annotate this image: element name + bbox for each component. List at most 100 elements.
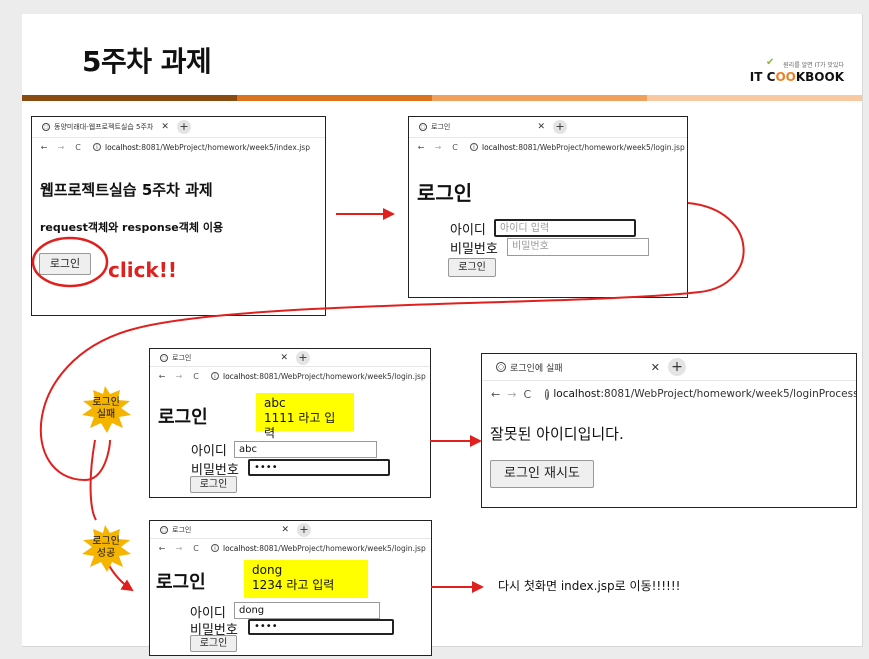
check-icon: ✔ — [766, 57, 775, 68]
login-submit-button[interactable]: 로그인 — [190, 635, 237, 652]
success-badge: 로그인 성공 — [82, 536, 130, 560]
note-line: 1234 라고 입력 — [252, 578, 335, 592]
url-field[interactable]: localhost:8081/WebProject/homework/week5… — [223, 544, 426, 553]
error-message: 잘못된 아이디입니다. — [490, 425, 624, 443]
page-heading: 웹프로젝트실습 5주차 과제 — [40, 181, 213, 199]
badge-line: 로그인 — [92, 536, 120, 547]
title-bar-segment — [432, 95, 647, 101]
new-tab-icon[interactable]: + — [668, 358, 686, 376]
tab-strip: 로그인에 실패 ✕ + — [482, 354, 856, 381]
input-note: abc 1111 라고 입력 — [256, 393, 354, 440]
badge-line: 실패 — [96, 409, 116, 420]
note-line: dong — [252, 563, 283, 577]
reload-icon[interactable]: C — [73, 143, 83, 152]
address-bar: ← → C i localhost:8081/WebProject/homewo… — [482, 381, 856, 407]
close-icon[interactable]: ✕ — [161, 122, 169, 132]
address-bar: ← → C i localhost:8081/WebProject/homewo… — [150, 539, 431, 557]
address-bar: ← → C i localhost:8081/WebProject/homewo… — [409, 138, 687, 156]
forward-icon[interactable]: → — [174, 544, 184, 553]
close-icon[interactable]: ✕ — [651, 361, 660, 374]
click-annotation: click!! — [108, 258, 177, 282]
browser-window-login-process: 로그인에 실패 ✕ + ← → C i localhost:8081/WebPr… — [481, 353, 857, 508]
password-input[interactable]: •••• — [248, 619, 394, 635]
url-field[interactable]: localhost:8081/WebProject/homework/week5… — [482, 143, 685, 152]
itcookbook-logo: ✔ 원리를 알면 IT가 맛있다 IT COOKBOOK — [749, 57, 852, 88]
info-icon[interactable]: i — [93, 143, 101, 151]
tab-strip: 로그인 ✕ + — [409, 117, 687, 138]
new-tab-icon[interactable]: + — [553, 120, 567, 134]
note-line: 1111 라고 입력 — [264, 411, 336, 440]
page-heading: 로그인 — [158, 407, 208, 428]
close-icon[interactable]: ✕ — [281, 525, 289, 535]
browser-window-index: 동양미래대-웹프로젝트실습 5주차 ✕ + ← → C i localhost:… — [31, 116, 326, 316]
tab-title[interactable]: 로그인에 실패 — [510, 361, 563, 374]
id-input[interactable]: 아이디 입력 — [494, 219, 636, 237]
back-icon[interactable]: ← — [39, 143, 49, 152]
url-field[interactable]: localhost:8081/WebProject/homework/week5… — [553, 388, 856, 400]
title-bar-segment — [237, 95, 432, 101]
back-icon[interactable]: ← — [157, 372, 167, 381]
forward-icon[interactable]: → — [507, 388, 516, 401]
globe-icon — [419, 123, 427, 131]
login-button[interactable]: 로그인 — [39, 253, 91, 275]
id-input[interactable]: dong — [234, 602, 380, 619]
tab-title[interactable]: 로그인 — [172, 353, 191, 363]
password-input[interactable]: 비밀번호 — [507, 238, 649, 256]
fail-badge: 로그인 실패 — [82, 397, 130, 421]
address-bar: ← → C i localhost:8081/WebProject/homewo… — [150, 367, 430, 385]
login-submit-button[interactable]: 로그인 — [448, 258, 496, 277]
new-tab-icon[interactable]: + — [296, 350, 310, 365]
address-bar: ← → C i localhost:8081/WebProject/homewo… — [32, 138, 325, 156]
reload-icon[interactable]: C — [523, 388, 531, 401]
tab-title[interactable]: 로그인 — [431, 122, 450, 132]
tab-title[interactable]: 로그인 — [172, 525, 191, 535]
page-heading: 로그인 — [156, 572, 206, 593]
forward-icon[interactable]: → — [433, 143, 443, 152]
id-input[interactable]: abc — [234, 441, 377, 458]
url-field[interactable]: localhost:8081/WebProject/homework/week5… — [105, 143, 310, 152]
password-input[interactable]: •••• — [248, 459, 390, 476]
browser-window-login-empty: 로그인 ✕ + ← → C i localhost:8081/WebProjec… — [408, 116, 688, 298]
id-label: 아이디 — [450, 223, 486, 238]
new-tab-icon[interactable]: + — [297, 522, 311, 537]
tab-strip: 로그인 ✕ + — [150, 349, 430, 367]
id-label: 아이디 — [191, 444, 227, 459]
back-icon[interactable]: ← — [491, 388, 500, 401]
logo-tagline: 원리를 알면 IT가 맛있다 — [783, 62, 844, 69]
tab-strip: 동양미래대-웹프로젝트실습 5주차 ✕ + — [32, 117, 325, 138]
logo-brand: IT COOKBOOK — [749, 70, 844, 84]
input-note: dong 1234 라고 입력 — [244, 560, 368, 598]
info-icon[interactable]: i — [470, 143, 478, 151]
back-icon[interactable]: ← — [157, 544, 167, 553]
info-icon[interactable]: i — [545, 388, 550, 400]
info-icon[interactable]: i — [211, 372, 219, 380]
retry-login-button[interactable]: 로그인 재시도 — [490, 460, 594, 488]
slide-title: 5주차 과제 — [82, 45, 212, 78]
page-subheading: request객체와 response객체 이용 — [40, 221, 224, 234]
badge-line: 로그인 — [92, 397, 120, 408]
close-icon[interactable]: ✕ — [280, 353, 288, 363]
reload-icon[interactable]: C — [191, 372, 201, 381]
reload-icon[interactable]: C — [191, 544, 201, 553]
title-bar-segment — [22, 95, 237, 101]
back-icon[interactable]: ← — [416, 143, 426, 152]
reload-icon[interactable]: C — [450, 143, 460, 152]
browser-window-login-fail: 로그인 ✕ + ← → C i localhost:8081/WebProjec… — [149, 348, 431, 498]
globe-icon — [160, 525, 168, 534]
tab-title[interactable]: 동양미래대-웹프로젝트실습 5주차 — [54, 122, 153, 132]
info-icon[interactable]: i — [211, 544, 219, 552]
login-submit-button[interactable]: 로그인 — [190, 476, 237, 493]
badge-line: 성공 — [96, 548, 116, 559]
note-line: abc — [264, 396, 286, 410]
tab-strip: 로그인 ✕ + — [150, 521, 431, 539]
forward-icon[interactable]: → — [56, 143, 66, 152]
new-tab-icon[interactable]: + — [176, 120, 191, 134]
redirect-note: 다시 첫화면 index.jsp로 이동!!!!!! — [498, 579, 681, 593]
url-field[interactable]: localhost:8081/WebProject/homework/week5… — [223, 372, 426, 381]
globe-icon — [42, 123, 50, 131]
browser-window-login-success: 로그인 ✕ + ← → C i localhost:8081/WebProjec… — [149, 520, 432, 656]
globe-icon — [160, 353, 168, 362]
forward-icon[interactable]: → — [174, 372, 184, 381]
globe-icon — [496, 362, 506, 372]
close-icon[interactable]: ✕ — [537, 122, 545, 132]
